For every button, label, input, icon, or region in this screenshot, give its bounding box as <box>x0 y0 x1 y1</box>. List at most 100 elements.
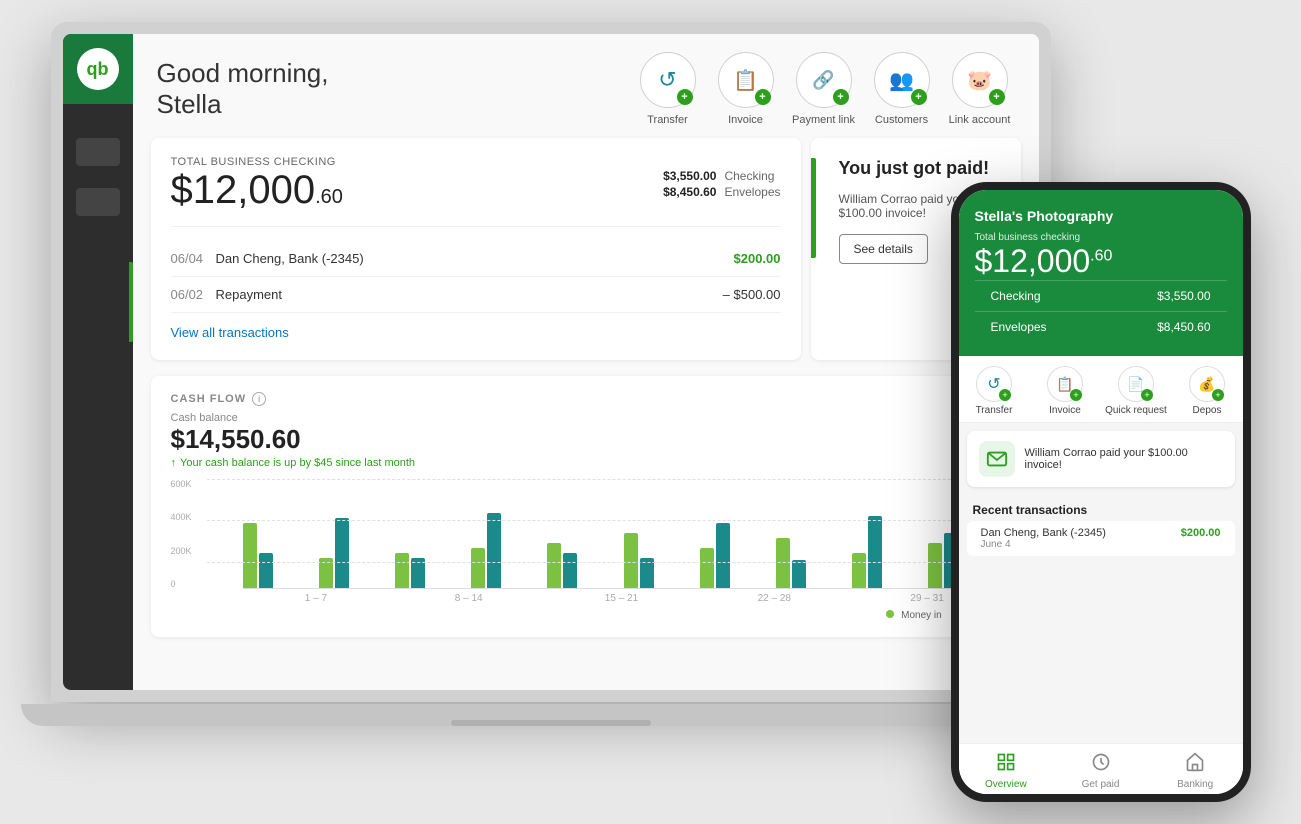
phone-balance-cents: .60 <box>1090 247 1112 264</box>
account-card: Total business checking $12,000 .60 $3,5… <box>151 138 801 360</box>
bar-group-2 <box>319 518 391 588</box>
phone-tx-row-1: Dan Cheng, Bank (-2345) June 4 $200.00 <box>967 521 1235 556</box>
bar-group-6 <box>624 533 696 588</box>
bar-green-10 <box>928 543 942 588</box>
phone-invoice-label: Invoice <box>1049 405 1081 416</box>
phone-tx-info: Dan Cheng, Bank (-2345) June 4 <box>981 527 1106 550</box>
notif-green-bar <box>811 158 816 258</box>
cashflow-trend-text: Your cash balance is up by $45 since las… <box>180 457 415 469</box>
transfer-label: Transfer <box>647 114 688 126</box>
legend-money-in-label: Money in <box>901 610 942 621</box>
quick-action-payment-link[interactable]: 🔗 + Payment link <box>789 52 859 126</box>
phone-nav-banking[interactable]: Banking <box>1148 752 1243 790</box>
y-label-0: 0 <box>171 579 207 589</box>
phone-envelopes-label: Envelopes <box>991 320 1047 334</box>
phone-action-invoice[interactable]: 📋 + Invoice <box>1030 366 1101 416</box>
laptop-base <box>21 704 1081 726</box>
checking-label: Checking <box>724 169 774 183</box>
chart-legend: Money in Money <box>171 610 1001 621</box>
phone-nav-overview[interactable]: Overview <box>959 752 1054 790</box>
phone-header: Stella's Photography Total business chec… <box>959 190 1243 356</box>
trend-arrow-icon: ↑ <box>171 457 177 469</box>
bar-group-3 <box>395 553 467 588</box>
bar-teal-6 <box>640 558 654 588</box>
quick-actions: ↺ + Transfer 📋 + <box>633 52 1015 126</box>
chart-area: 600K 400K 200K 0 <box>171 479 1001 621</box>
legend-green-dot <box>886 610 894 618</box>
view-all-transactions-link[interactable]: View all transactions <box>171 325 289 340</box>
quick-action-invoice[interactable]: 📋 + Invoice <box>711 52 781 126</box>
phone: Stella's Photography Total business chec… <box>951 182 1251 802</box>
envelopes-row: $8,450.60 Envelopes <box>663 185 780 199</box>
bar-green-6 <box>624 533 638 588</box>
phone-balance-main: $12,000 <box>975 243 1091 279</box>
y-label-400k: 400K <box>171 512 207 522</box>
customers-plus-icon: + <box>911 89 927 105</box>
phone-nav-banking-label: Banking <box>1177 779 1213 790</box>
bar-teal-2 <box>335 518 349 588</box>
phone-screen: Stella's Photography Total business chec… <box>959 190 1243 794</box>
transaction-row-1: 06/04 Dan Cheng, Bank (-2345) $200.00 <box>171 241 781 277</box>
transfer-plus-icon: + <box>677 89 693 105</box>
link-account-icon: 🐷 <box>967 68 992 93</box>
getpaid-nav-icon <box>1091 752 1111 777</box>
phone-notif-icon <box>979 441 1015 477</box>
tx-amount-1: $200.00 <box>734 251 781 266</box>
sidebar-nav-item-1[interactable] <box>76 138 120 166</box>
payment-link-circle: 🔗 + <box>796 52 852 108</box>
sidebar: qb <box>63 34 133 690</box>
see-details-button[interactable]: See details <box>839 234 928 264</box>
phone-nav-overview-label: Overview <box>985 779 1027 790</box>
phone-tx-date-1: June 4 <box>981 539 1106 550</box>
sidebar-nav-item-2[interactable] <box>76 188 120 216</box>
invoice-icon: 📋 <box>733 68 758 93</box>
customers-icon: 👥 <box>889 68 914 93</box>
customers-circle: 👥 + <box>874 52 930 108</box>
quick-action-transfer[interactable]: ↺ + Transfer <box>633 52 703 126</box>
phone-nav: Overview Get paid <box>959 743 1243 794</box>
balance-details: $3,550.00 Checking $8,450.60 Envelopes <box>663 169 780 199</box>
cards-area: Total business checking $12,000 .60 $3,5… <box>133 138 1039 376</box>
cashflow-card: CASH FLOW i Cash balance $14,550.60 ↑ Yo… <box>151 376 1021 637</box>
bar-group-9 <box>852 516 924 588</box>
bar-green-4 <box>471 548 485 588</box>
chart-bars <box>243 479 1001 589</box>
cashflow-title: CASH FLOW <box>171 393 247 405</box>
customers-label: Customers <box>875 114 928 126</box>
bar-group-7 <box>700 523 772 588</box>
bar-green-8 <box>776 538 790 588</box>
phone-deposit-plus-icon: + <box>1212 389 1224 401</box>
phone-nav-getpaid[interactable]: Get paid <box>1053 752 1148 790</box>
y-label-200k: 200K <box>171 546 207 556</box>
tx-date-2: 06/02 <box>171 287 216 302</box>
bar-green-9 <box>852 553 866 588</box>
cashflow-balance-label: Cash balance <box>171 412 1001 424</box>
phone-action-quick-request[interactable]: 📄 + Quick request <box>1101 366 1172 416</box>
phone-deposit-circle: 💰 + <box>1189 366 1225 402</box>
link-account-plus-icon: + <box>989 89 1005 105</box>
quick-action-customers[interactable]: 👥 + Customers <box>867 52 937 126</box>
phone-action-deposit[interactable]: 💰 + Depos <box>1172 366 1243 416</box>
envelopes-amount: $8,450.60 <box>663 185 716 199</box>
phone-action-transfer[interactable]: ↺ + Transfer <box>959 366 1030 416</box>
bar-green-7 <box>700 548 714 588</box>
cashflow-info-icon[interactable]: i <box>252 392 266 406</box>
bar-group-4 <box>471 513 543 588</box>
sidebar-logo: qb <box>63 34 133 104</box>
phone-tx-name-1: Dan Cheng, Bank (-2345) <box>981 527 1106 539</box>
transfer-circle: ↺ + <box>640 52 696 108</box>
phone-transfer-label: Transfer <box>976 405 1013 416</box>
phone-transfer-icon: ↺ <box>987 374 1000 394</box>
bar-green-2 <box>319 558 333 588</box>
phone-transfer-plus-icon: + <box>999 389 1011 401</box>
greeting: Good morning, Stella <box>157 58 633 120</box>
quick-action-link-account[interactable]: 🐷 + Link account <box>945 52 1015 126</box>
phone-quick-request-plus-icon: + <box>1141 389 1153 401</box>
x-label-2: 8 – 14 <box>395 593 542 604</box>
qb-logo-icon: qb <box>77 48 119 90</box>
phone-balance: $12,000.60 <box>975 243 1227 280</box>
bar-teal-9 <box>868 516 882 588</box>
bar-green-5 <box>547 543 561 588</box>
phone-recent-transactions-title: Recent transactions <box>959 495 1243 521</box>
phone-tx-amount-1: $200.00 <box>1181 527 1221 550</box>
